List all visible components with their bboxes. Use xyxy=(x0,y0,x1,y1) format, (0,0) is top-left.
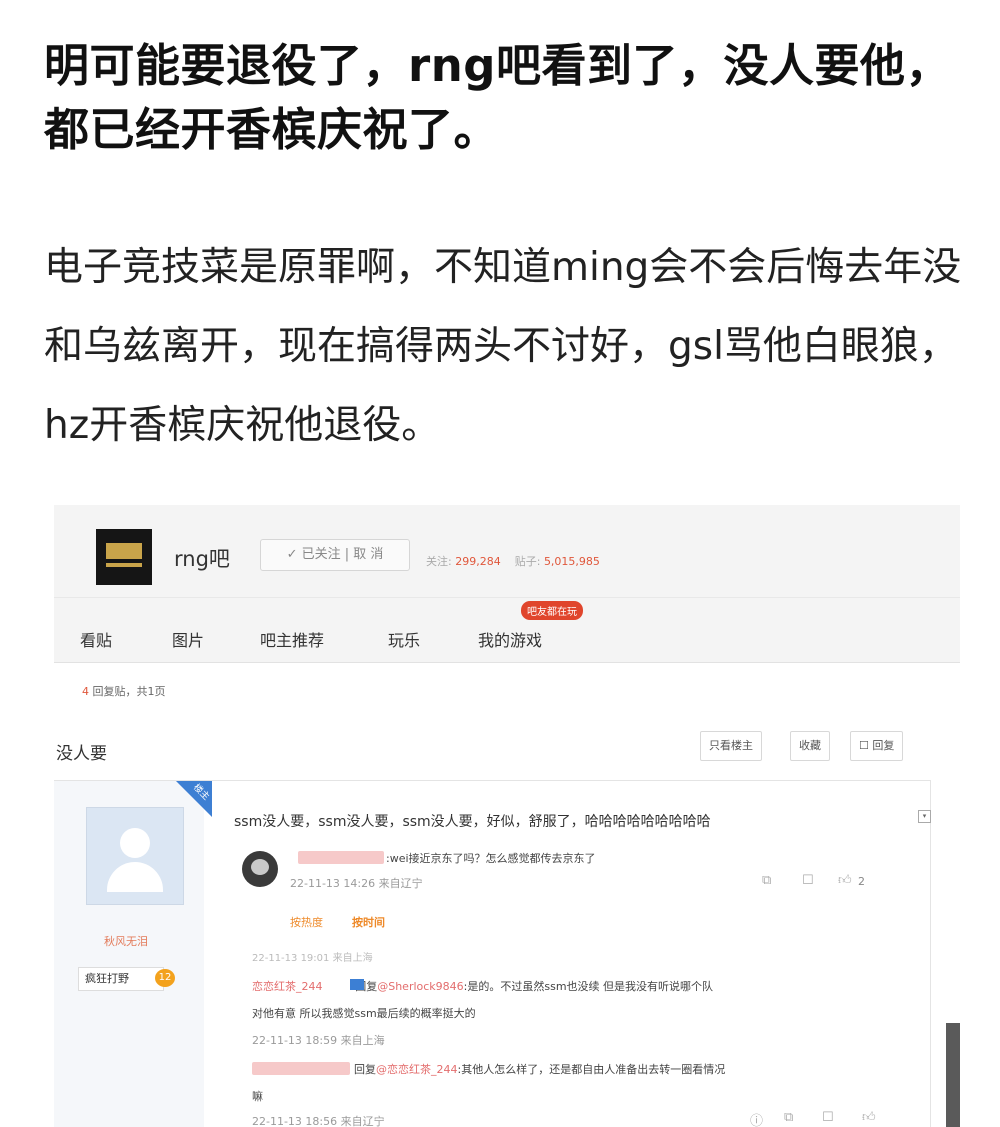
reply-count-num: 4 xyxy=(82,685,89,698)
cut-line: 22-11-13 19:01 来自上海 xyxy=(252,953,373,964)
reply-button[interactable]: ☐ 回复 xyxy=(850,731,904,761)
nav-badge: 吧友都在玩 xyxy=(521,601,583,620)
stat-follow-value: 299,284 xyxy=(455,555,501,568)
like-count: 2 xyxy=(858,875,865,888)
reply-count-text: 回复贴，共1页 xyxy=(92,685,166,698)
sort-time[interactable]: 按时间 xyxy=(352,914,385,930)
blurred-username xyxy=(298,851,384,864)
report-icon[interactable]: ⓘ xyxy=(750,1110,763,1127)
nav-tab-featured[interactable]: 吧主推荐 xyxy=(260,627,324,651)
sub-reply-1-text: :是的。不过虽然ssm也没续 但是我没有听说哪个队 xyxy=(463,980,714,993)
vip-badge-icon xyxy=(350,979,364,990)
forum-name[interactable]: rng吧 xyxy=(174,543,230,573)
like-icon-2[interactable]: 👍︎ xyxy=(862,1110,876,1125)
forum-screenshot: rng吧 ✓ 已关注 | 取 消 关注: 299,284 贴子: 5,015,9… xyxy=(54,505,960,1127)
nav-tab-my-games[interactable]: 我的游戏 xyxy=(478,627,542,651)
nav-tab-fun[interactable]: 玩乐 xyxy=(388,627,420,651)
commenter-avatar[interactable] xyxy=(242,851,278,887)
sub-reply-1-line2: 对他有意 所以我感觉ssm最后续的概率挺大的 xyxy=(252,1007,476,1020)
stat-follow-label: 关注: xyxy=(426,555,452,568)
sort-hot[interactable]: 按热度 xyxy=(290,914,323,930)
article-body: 电子竞技菜是原罪啊，不知道ming会不会后悔去年没和乌兹离开，现在搞得两头不讨好… xyxy=(44,245,962,448)
reply-count: 4 回复贴，共1页 xyxy=(82,683,166,699)
poster-name[interactable]: 秋风无泪 xyxy=(104,933,148,949)
blurred-username-2 xyxy=(252,1062,350,1075)
sub-reply-1-user[interactable]: 恋恋红茶_244 xyxy=(252,980,323,993)
poster-avatar[interactable] xyxy=(86,807,184,905)
stat-posts-value: 5,015,985 xyxy=(543,555,600,568)
sub-reply-2-meta: 22-11-13 18:56 来自辽宁 xyxy=(252,1115,385,1127)
comment-meta: 22-11-13 14:26 来自辽宁 xyxy=(290,877,423,890)
nav-tab-posts[interactable]: 看贴 xyxy=(80,627,112,651)
share-icon[interactable]: ⧉ xyxy=(762,873,771,888)
sub-reply-2-text: :其他人怎么样了，还是都自由人准备出去转一圈看情况 xyxy=(457,1063,726,1076)
comment-icon-2[interactable]: ☐ xyxy=(822,1110,834,1125)
post-content: ssm没人要，ssm没人要，ssm没人要，好似，舒服了，哈哈哈哈哈哈哈哈哈 xyxy=(234,814,711,830)
side-image xyxy=(946,1023,960,1127)
like-icon[interactable]: 👍︎ xyxy=(838,873,852,888)
post-menu-icon[interactable]: ▾ xyxy=(918,810,931,823)
only-op-button[interactable]: 只看楼主 xyxy=(700,731,762,761)
comment-text: :wei接近京东了吗？怎么感觉都传去京东了 xyxy=(386,852,596,865)
article-title: 明可能要退役了，rng吧看到了，没人要他，都已经开香槟庆祝了。 xyxy=(44,39,951,156)
comment-icon[interactable]: ☐ xyxy=(802,873,814,888)
favorite-button[interactable]: 收藏 xyxy=(790,731,830,761)
forum-logo xyxy=(96,529,152,585)
thread-title: 没人要 xyxy=(56,744,107,764)
sub-reply-2-line2: 嘛 xyxy=(252,1090,263,1103)
follow-button[interactable]: ✓ 已关注 | 取 消 xyxy=(260,539,410,571)
sub-reply-2-mention[interactable]: @恋恋红茶_244 xyxy=(376,1063,458,1076)
poster-badge: 疯狂打野 xyxy=(78,967,164,991)
sub-reply-1-mention[interactable]: @Sherlock9846 xyxy=(377,980,463,993)
share-icon-2[interactable]: ⧉ xyxy=(784,1110,793,1125)
stat-posts-label: 贴子: xyxy=(514,555,541,568)
poster-level: 12 xyxy=(155,969,175,987)
nav-tab-images[interactable]: 图片 xyxy=(172,627,204,651)
sub-reply-2-line1: 回复@恋恋红茶_244:其他人怎么样了，还是都自由人准备出去转一圈看情况 xyxy=(354,1061,725,1077)
sub-reply-2-mid: 回复 xyxy=(354,1063,376,1076)
forum-stats: 关注: 299,284 贴子: 5,015,985 xyxy=(426,553,600,569)
sub-reply-1-line1: 恋恋红茶_244 :回复@Sherlock9846:是的。不过虽然ssm也没续 … xyxy=(252,978,713,994)
sub-reply-1-meta: 22-11-13 18:59 来自上海 xyxy=(252,1034,385,1047)
